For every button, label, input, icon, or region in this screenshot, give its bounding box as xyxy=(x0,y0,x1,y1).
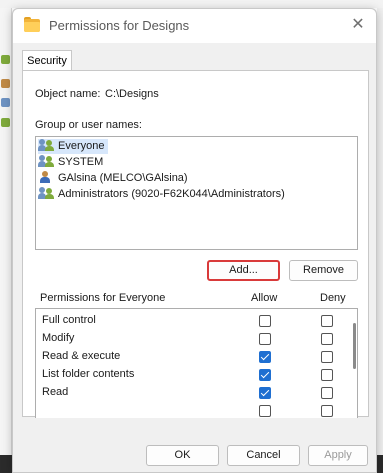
remove-button[interactable]: Remove xyxy=(289,260,358,281)
allow-checkbox[interactable] xyxy=(259,387,271,399)
background-window-right-edge xyxy=(377,8,383,455)
table-row: Modify xyxy=(36,330,357,348)
allow-checkbox[interactable] xyxy=(259,369,271,381)
close-icon[interactable]: ✕ xyxy=(348,15,368,35)
permission-name: Modify xyxy=(42,332,75,344)
group-user-names-label: Group or user names: xyxy=(35,119,142,131)
list-item[interactable]: Everyone xyxy=(38,139,109,154)
allow-column-header: Allow xyxy=(251,292,278,304)
tab-security[interactable]: Security xyxy=(22,50,72,72)
list-item[interactable]: Administrators (9020-F62K044\Administrat… xyxy=(38,187,285,202)
table-row: Read & execute xyxy=(36,348,357,366)
security-panel: Object name: C:\Designs Group or user na… xyxy=(22,70,369,418)
tab-strip: Security xyxy=(13,43,376,72)
allow-checkbox[interactable] xyxy=(259,333,271,345)
group-users-icon xyxy=(38,187,56,199)
add-button[interactable]: Add... xyxy=(207,260,280,281)
table-row: List folder contents xyxy=(36,366,357,384)
group-users-icon xyxy=(38,155,56,167)
folder-icon xyxy=(24,17,40,32)
user-name: GAlsina (MELCO\GAlsina) xyxy=(58,172,188,184)
object-name-label: Object name: xyxy=(35,88,101,100)
permission-name: List folder contents xyxy=(42,368,135,380)
table-row xyxy=(36,402,357,418)
permission-name: Read & execute xyxy=(42,350,121,362)
cancel-button[interactable]: Cancel xyxy=(227,445,300,466)
deny-checkbox[interactable] xyxy=(321,351,333,363)
permissions-header: Permissions for Everyone xyxy=(40,292,166,304)
deny-checkbox[interactable] xyxy=(321,405,333,417)
list-item[interactable]: GAlsina (MELCO\GAlsina) xyxy=(38,171,188,186)
permissions-dialog: Permissions for Designs ✕ Security Objec… xyxy=(12,8,377,473)
permissions-scrollbar[interactable] xyxy=(353,311,356,411)
scrollbar-thumb[interactable] xyxy=(353,323,356,369)
background-icon xyxy=(1,118,10,127)
permission-name: Full control xyxy=(42,314,96,326)
background-icon xyxy=(1,98,10,107)
deny-checkbox[interactable] xyxy=(321,315,333,327)
user-name: Administrators (9020-F62K044\Administrat… xyxy=(58,188,285,200)
deny-column-header: Deny xyxy=(320,292,346,304)
background-window-left-edge xyxy=(0,8,12,473)
user-name: Everyone xyxy=(58,140,105,152)
user-name: SYSTEM xyxy=(58,156,104,168)
permissions-table: Full control Modify Read & execute List … xyxy=(35,308,358,418)
table-row: Read xyxy=(36,384,357,402)
allow-checkbox[interactable] xyxy=(259,405,271,417)
allow-checkbox[interactable] xyxy=(259,315,271,327)
users-list[interactable]: Everyone SYSTEM GAlsina (MELCO\GAlsina) … xyxy=(35,136,358,250)
title-bar[interactable]: Permissions for Designs ✕ xyxy=(13,9,376,43)
background-window-strip xyxy=(0,0,383,8)
allow-checkbox[interactable] xyxy=(259,351,271,363)
ok-button[interactable]: OK xyxy=(146,445,219,466)
background-icon xyxy=(1,55,10,64)
deny-checkbox[interactable] xyxy=(321,387,333,399)
table-row: Full control xyxy=(36,312,357,330)
list-item[interactable]: SYSTEM xyxy=(38,155,103,170)
background-icon xyxy=(1,79,10,88)
group-users-icon xyxy=(38,139,56,151)
deny-checkbox[interactable] xyxy=(321,333,333,345)
user-icon xyxy=(38,171,56,183)
deny-checkbox[interactable] xyxy=(321,369,333,381)
apply-button[interactable]: Apply xyxy=(308,445,368,466)
permission-name: Read xyxy=(42,386,69,398)
window-title: Permissions for Designs xyxy=(49,18,190,33)
object-name-value: C:\Designs xyxy=(105,88,159,100)
